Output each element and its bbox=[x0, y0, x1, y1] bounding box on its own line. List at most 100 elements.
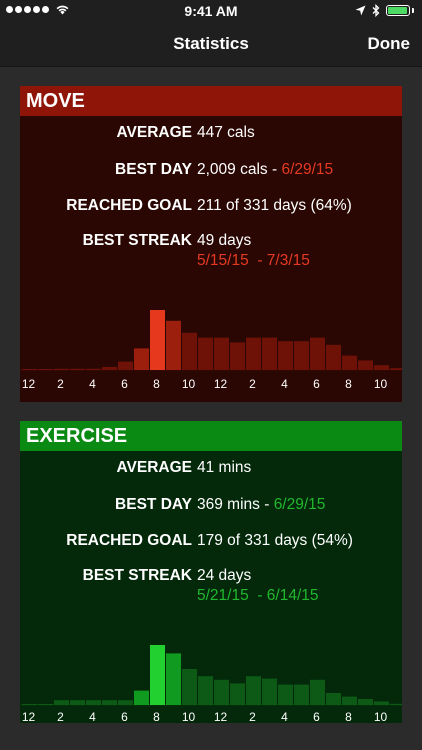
exercise-chart-bar bbox=[70, 700, 85, 705]
move-hourly-chart: 12 2 4 6 8 10 12 2 4 6 8 10 bbox=[20, 296, 402, 396]
move-best-day-separator: - bbox=[267, 161, 282, 178]
move-card-title: MOVE bbox=[20, 86, 402, 116]
move-chart-tick-label: 2 bbox=[249, 377, 256, 391]
exercise-chart-bar bbox=[134, 690, 149, 705]
exercise-best-streak-value: 24 days bbox=[197, 567, 252, 584]
move-chart-bar bbox=[214, 337, 229, 370]
move-chart-bar bbox=[358, 360, 373, 370]
exercise-chart-tick-label: 10 bbox=[374, 710, 388, 723]
move-chart-bar bbox=[102, 367, 117, 370]
exercise-chart-bar bbox=[22, 704, 37, 705]
exercise-chart-tick-label: 2 bbox=[249, 710, 256, 723]
exercise-chart-bar bbox=[54, 700, 69, 705]
move-chart-tick-label: 6 bbox=[121, 377, 128, 391]
move-chart-bar bbox=[262, 337, 277, 370]
move-average-label: AVERAGE bbox=[116, 124, 192, 141]
exercise-chart-tick-label: 6 bbox=[313, 710, 320, 723]
exercise-chart-svg: 12 2 4 6 8 10 12 2 4 6 8 10 bbox=[20, 645, 402, 723]
exercise-best-streak-label: BEST STREAK bbox=[82, 567, 192, 584]
exercise-chart-tick-label: 4 bbox=[89, 710, 96, 723]
exercise-best-day-date: 6/29/15 bbox=[273, 496, 326, 513]
exercise-chart-bar bbox=[198, 676, 213, 705]
move-chart-bar bbox=[118, 361, 133, 370]
move-chart-tick-label: 12 bbox=[214, 377, 228, 391]
move-chart-bar bbox=[134, 348, 149, 370]
exercise-chart-bar bbox=[182, 669, 197, 705]
exercise-chart-tick-label: 8 bbox=[153, 710, 160, 723]
exercise-card: EXERCISE AVERAGE 41 mins BEST DAY 369 mi… bbox=[20, 421, 402, 723]
exercise-card-title: EXERCISE bbox=[20, 421, 402, 451]
move-best-day-value: 2,009 cals bbox=[197, 161, 268, 178]
move-chart-bar bbox=[246, 337, 261, 370]
done-button[interactable]: Done bbox=[368, 34, 411, 54]
exercise-hourly-chart: 12 2 4 6 8 10 12 2 4 6 8 10 bbox=[20, 631, 402, 723]
exercise-best-day-separator: - bbox=[259, 496, 274, 513]
exercise-chart-bar bbox=[358, 699, 373, 705]
move-chart-bar bbox=[22, 369, 37, 370]
exercise-chart-bar bbox=[294, 684, 309, 705]
move-chart-tick-label: 12 bbox=[22, 377, 36, 391]
exercise-chart-tick-label: 12 bbox=[214, 710, 228, 723]
exercise-chart-bar bbox=[230, 683, 245, 705]
exercise-chart-bar bbox=[374, 701, 389, 705]
navigation-bar: Statistics Done bbox=[0, 22, 422, 67]
move-chart-bar bbox=[230, 342, 245, 370]
exercise-chart-bar bbox=[390, 703, 402, 705]
move-chart-bar bbox=[38, 369, 53, 370]
status-bar: 9:41 AM bbox=[0, 0, 422, 22]
status-right bbox=[355, 4, 414, 17]
move-chart-bar bbox=[166, 320, 181, 370]
battery-level bbox=[388, 7, 407, 14]
move-reached-goal-label: REACHED GOAL bbox=[66, 197, 192, 214]
move-chart-tick-label: 8 bbox=[345, 377, 352, 391]
move-chart-bar bbox=[150, 310, 165, 370]
exercise-reached-goal-label: REACHED GOAL bbox=[66, 532, 192, 549]
exercise-chart-bar bbox=[166, 653, 181, 705]
move-best-streak-label: BEST STREAK bbox=[82, 232, 192, 249]
move-chart-bar bbox=[374, 365, 389, 370]
move-card: MOVE AVERAGE 447 cals BEST DAY 2,009 cal… bbox=[20, 86, 402, 402]
bluetooth-icon bbox=[372, 4, 380, 17]
exercise-best-day-label: BEST DAY bbox=[115, 496, 192, 513]
exercise-chart-tick-label: 10 bbox=[182, 710, 196, 723]
exercise-best-streak-range: 5/21/15 - 6/14/15 bbox=[197, 587, 319, 604]
move-chart-bar bbox=[278, 341, 293, 370]
page-title: Statistics bbox=[173, 34, 249, 53]
move-chart-bar bbox=[198, 337, 213, 370]
exercise-best-day-value: 369 mins bbox=[197, 496, 260, 513]
exercise-average-value: 41 mins bbox=[197, 459, 252, 476]
move-chart-svg: 12 2 4 6 8 10 12 2 4 6 8 10 bbox=[20, 310, 402, 391]
exercise-chart-bar bbox=[278, 684, 293, 705]
move-chart-bar bbox=[326, 344, 341, 370]
move-chart-bar bbox=[342, 355, 357, 370]
move-chart-bar bbox=[86, 368, 101, 370]
exercise-chart-bar bbox=[214, 679, 229, 705]
move-chart-bar bbox=[294, 341, 309, 370]
exercise-chart-tick-label: 12 bbox=[22, 710, 36, 723]
battery-icon bbox=[386, 5, 410, 16]
exercise-chart-bar bbox=[150, 645, 165, 705]
exercise-chart-bar bbox=[246, 676, 261, 705]
move-best-streak-range: 5/15/15 - 7/3/15 bbox=[197, 252, 310, 269]
move-chart-tick-label: 2 bbox=[57, 377, 64, 391]
battery-tip bbox=[412, 8, 414, 13]
exercise-chart-bar bbox=[326, 693, 341, 705]
exercise-chart-bar bbox=[102, 700, 117, 705]
move-chart-tick-label: 6 bbox=[313, 377, 320, 391]
move-chart-tick-label: 10 bbox=[374, 377, 388, 391]
location-arrow-icon bbox=[355, 5, 366, 16]
move-chart-bar bbox=[54, 368, 69, 370]
exercise-reached-goal-value: 179 of 331 days (54%) bbox=[197, 532, 353, 549]
exercise-chart-bar bbox=[86, 700, 101, 705]
move-chart-bar bbox=[390, 368, 402, 370]
move-best-streak-value: 49 days bbox=[197, 232, 252, 249]
exercise-chart-bar bbox=[262, 678, 277, 705]
exercise-best-day-value-group: 369 mins - 6/29/15 bbox=[197, 496, 325, 514]
exercise-average-label: AVERAGE bbox=[116, 459, 192, 476]
move-chart-bar bbox=[70, 368, 85, 370]
move-average-value: 447 cals bbox=[197, 124, 255, 141]
exercise-chart-tick-label: 2 bbox=[57, 710, 64, 723]
move-chart-tick-label: 4 bbox=[89, 377, 96, 391]
exercise-chart-bar bbox=[38, 704, 53, 705]
move-best-day-date: 6/29/15 bbox=[281, 161, 334, 178]
